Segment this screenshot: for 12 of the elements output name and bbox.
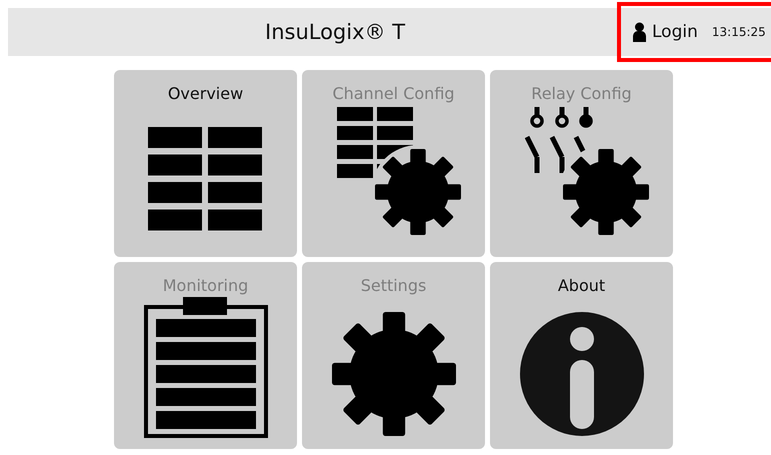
table-icon [148, 127, 263, 233]
menu-tile[interactable]: Overview [114, 70, 297, 257]
clipboard-icon [144, 297, 268, 438]
info-icon [520, 312, 644, 436]
user-icon [633, 22, 646, 42]
gear-icon [332, 312, 456, 436]
login-button[interactable]: Login [633, 22, 698, 42]
app-title: InsuLogix® T [265, 20, 406, 44]
table-gear-icon [336, 107, 460, 235]
menu-tile[interactable]: About [490, 262, 673, 449]
switch-gear-icon [524, 107, 648, 235]
clock-time: 13:15:25 [712, 25, 766, 39]
